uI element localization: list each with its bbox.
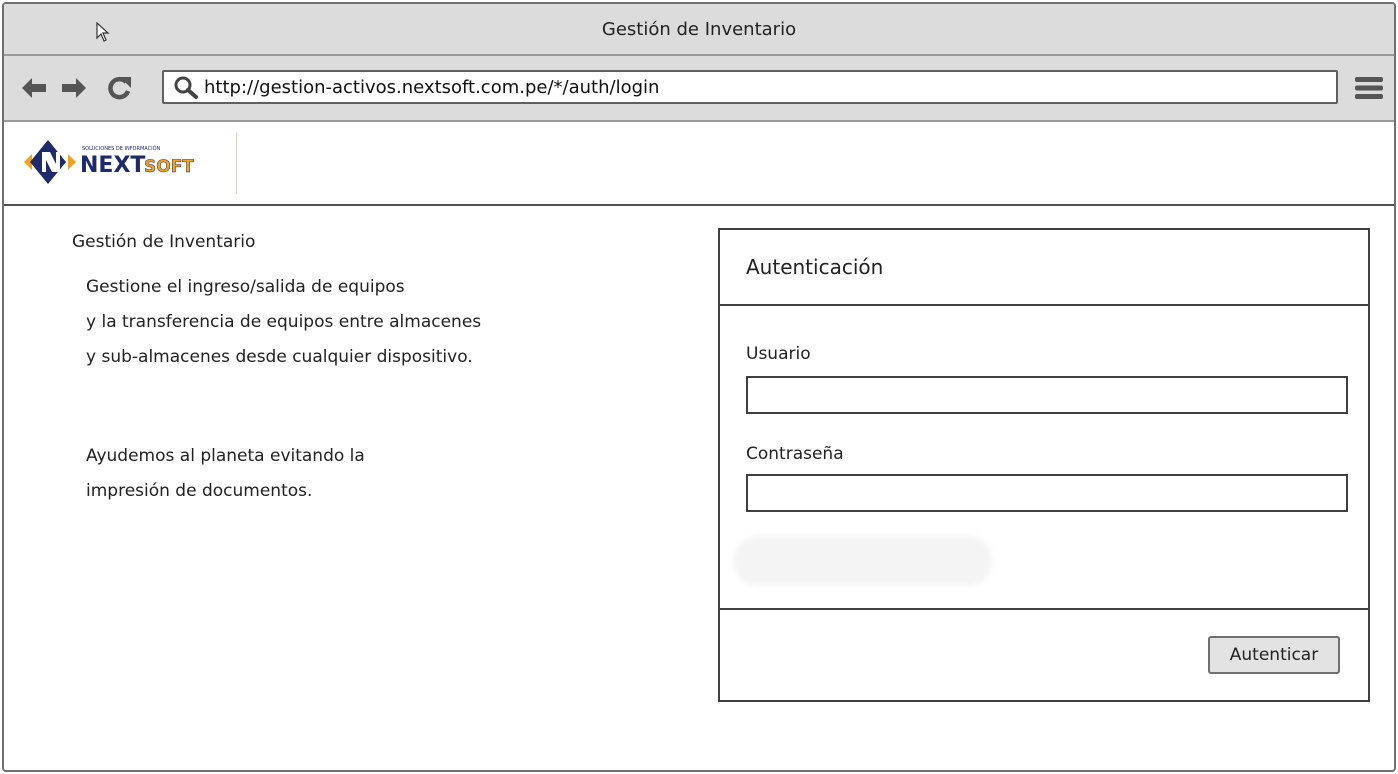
svg-text:NEXT: NEXT bbox=[80, 153, 145, 178]
reload-icon bbox=[108, 76, 131, 100]
logo-n-letter-icon bbox=[42, 152, 60, 172]
arrow-left-icon bbox=[22, 78, 46, 98]
window-titlebar: Gestión de Inventario bbox=[4, 4, 1394, 56]
svg-text:SOLUCIONES DE INFORMACIÓN: SOLUCIONES DE INFORMACIÓN bbox=[82, 145, 161, 152]
eco-message-line: impresión de documentos. bbox=[86, 481, 313, 501]
login-panel-header: Autenticación bbox=[720, 230, 1368, 306]
login-title: Autenticación bbox=[746, 255, 884, 279]
forward-button[interactable] bbox=[58, 74, 90, 102]
nextsoft-logo[interactable]: SOLUCIONES DE INFORMACIÓN NEXT SOFT bbox=[22, 130, 236, 194]
login-panel: Autenticación Usuario Contraseña Autenti… bbox=[718, 228, 1370, 702]
window-title: Gestión de Inventario bbox=[601, 18, 797, 40]
address-bar[interactable]: http://gestion-activos.nextsoft.com.pe/*… bbox=[162, 70, 1338, 104]
browser-window: Gestión de Inventario http://gestion-act… bbox=[2, 2, 1396, 772]
password-label: Contraseña bbox=[746, 444, 844, 464]
blurred-captcha-area bbox=[734, 536, 992, 586]
eco-message-line: Ayudemos al planeta evitando la bbox=[86, 446, 365, 466]
intro-description-line: Gestione el ingreso/salida de equipos bbox=[86, 277, 405, 297]
intro-description-line: y sub-almacenes desde cualquier disposit… bbox=[86, 347, 473, 367]
mouse-cursor-icon bbox=[96, 21, 110, 46]
reload-button[interactable] bbox=[104, 74, 136, 102]
intro-description: Gestione el ingreso/salida de equipos y … bbox=[86, 270, 632, 375]
login-panel-body: Usuario Contraseña bbox=[720, 306, 1368, 610]
browser-menu-button[interactable] bbox=[1352, 74, 1386, 102]
url-text: http://gestion-activos.nextsoft.com.pe/*… bbox=[204, 76, 660, 98]
intro-panel: Gestión de Inventario Gestione el ingres… bbox=[72, 232, 632, 509]
logo-right-arrow-icon bbox=[68, 154, 76, 170]
arrow-right-icon bbox=[62, 78, 86, 98]
hamburger-menu-icon bbox=[1355, 77, 1383, 99]
authenticate-button[interactable]: Autenticar bbox=[1208, 636, 1340, 674]
username-label: Usuario bbox=[746, 344, 811, 364]
username-input[interactable] bbox=[746, 376, 1348, 414]
svg-text:SOFT: SOFT bbox=[144, 157, 194, 177]
intro-title: Gestión de Inventario bbox=[72, 232, 256, 252]
back-button[interactable] bbox=[18, 74, 50, 102]
browser-toolbar: http://gestion-activos.nextsoft.com.pe/*… bbox=[4, 56, 1394, 122]
intro-description-line: y la transferencia de equipos entre alma… bbox=[86, 312, 482, 332]
search-icon bbox=[174, 76, 198, 99]
eco-message: Ayudemos al planeta evitando la impresió… bbox=[86, 439, 632, 509]
login-panel-footer: Autenticar bbox=[720, 610, 1368, 702]
logo-divider bbox=[236, 132, 237, 194]
page-header: SOLUCIONES DE INFORMACIÓN NEXT SOFT bbox=[4, 122, 1394, 206]
password-input[interactable] bbox=[746, 474, 1348, 512]
